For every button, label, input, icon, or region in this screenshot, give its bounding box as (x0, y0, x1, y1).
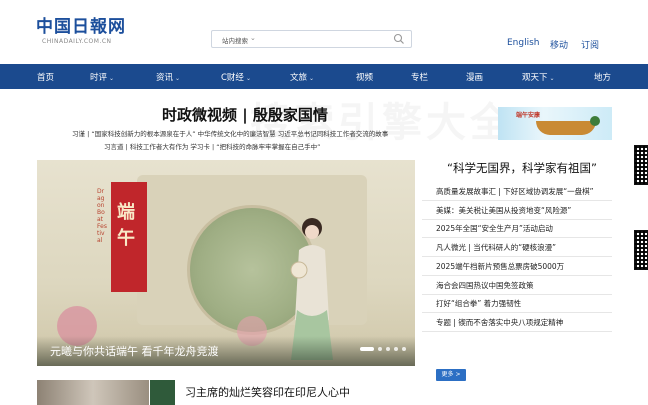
chevron-down-icon: ⌄ (549, 75, 555, 82)
nav-item-label: 时评 (90, 73, 108, 83)
chevron-down-icon: ⌄ (245, 75, 251, 82)
list-item[interactable]: 海合会四国热议中国免签政策 (436, 280, 534, 291)
site-logo[interactable]: 中国日報网 CHINADAILY.COM.CN (36, 18, 126, 45)
nav-item[interactable]: 资讯 ⌄ (156, 71, 180, 83)
chevron-down-icon: ⌄ (109, 75, 115, 82)
nav-item-label: 漫画 (466, 73, 484, 83)
carousel-dot[interactable] (378, 347, 382, 351)
list-divider (422, 218, 612, 220)
dragon-head-icon (590, 116, 600, 126)
list-divider (422, 200, 612, 201)
chevron-down-icon: ⌄ (175, 75, 181, 82)
nav-item-label: 观天下 (522, 73, 548, 83)
list-item[interactable]: 2025年全国“安全生产月”活动启动 (436, 223, 553, 234)
nav-item-label: 首页 (37, 73, 55, 83)
festival-banner[interactable]: 端午安康 (498, 107, 612, 140)
nav-item[interactable]: 视频 (356, 71, 373, 83)
nav-item[interactable]: 专栏 (411, 71, 428, 83)
banner-text: 端午安康 (516, 112, 541, 119)
search-scope-label[interactable]: 站内搜索 (222, 35, 248, 45)
list-divider (422, 256, 612, 258)
chevron-down-icon: ⌄ (309, 75, 315, 82)
bottom-thumbnail-2[interactable] (150, 380, 175, 405)
nav-item[interactable]: C财经 ⌄ (221, 71, 251, 83)
search-icon[interactable] (393, 33, 405, 45)
link-row-2[interactable]: 习言道 | 科技工作者大有作为 学习卡 | “把科技的命脉牢牢掌握在自己手中” (104, 141, 320, 151)
nav-item[interactable]: 时评 ⌄ (90, 71, 114, 83)
hero-caption[interactable]: 元曦与你共话端午 看千年龙舟竞渡 (50, 343, 219, 359)
dragon-boat-icon (536, 121, 596, 135)
list-item[interactable]: 美媒：美关税让美国从投资地变“风险源” (436, 205, 571, 216)
mobile-link[interactable]: 移动 (550, 38, 568, 51)
chevron-down-icon[interactable]: ⌄ (250, 34, 256, 42)
list-divider (422, 293, 612, 295)
list-item[interactable]: 高质量发展故事汇 | 下好区域协调发展“一盘棋” (436, 186, 594, 197)
list-item[interactable]: 专题 | 锲而不舍落实中央八项规定精神 (436, 317, 563, 328)
subscribe-link[interactable]: 订阅 (581, 38, 599, 51)
hero-vertical-text: Dragon Boat Festival (97, 188, 107, 244)
carousel-dot[interactable] (402, 347, 406, 351)
logo-text: 中国日報网 (36, 17, 126, 37)
bottom-headline[interactable]: 习主席的灿烂笑容印在印尼人心中 (185, 384, 350, 400)
nav-item[interactable]: 首页 (37, 71, 54, 83)
english-link[interactable]: English (507, 38, 540, 48)
nav-item-label: 文旅 (290, 73, 308, 83)
list-divider (422, 237, 612, 239)
nav-item-label: 资讯 (156, 73, 174, 83)
search-input[interactable]: 站内搜索 ⌄ (211, 30, 412, 48)
link-row-1[interactable]: 习谨 | “国家科技创新力的根本源泉在于人” 中华传统文化中的廉洁智慧 习近平总… (72, 128, 388, 138)
more-button[interactable]: 更多 > (436, 369, 466, 381)
nav-item[interactable]: 文旅 ⌄ (290, 71, 314, 83)
qr-code-icon (634, 145, 648, 185)
list-divider (422, 330, 612, 332)
carousel-dot[interactable] (360, 347, 374, 351)
carousel-dot[interactable] (386, 347, 390, 351)
headline[interactable]: 时政微视频 | 殷殷家国情 (162, 104, 328, 125)
list-divider (422, 312, 612, 314)
logo-subtitle: CHINADAILY.COM.CN (42, 38, 112, 45)
list-divider (422, 274, 612, 276)
right-heading[interactable]: “科学无国界，科学家有祖国” (447, 160, 597, 176)
list-item[interactable]: 凡人微光 | 当代科研人的“硬核浪漫” (436, 242, 556, 253)
site-header: 中国日報网 CHINADAILY.COM.CN 站内搜索 ⌄ English 移… (0, 0, 648, 64)
nav-item-label: C财经 (221, 73, 244, 83)
list-item[interactable]: 2025端午档新片预售总票房破5000万 (436, 261, 564, 272)
carousel-dot[interactable] (394, 347, 398, 351)
qr-code-icon (634, 230, 648, 270)
nav-item-label: 专栏 (411, 73, 429, 83)
main-nav: 首页 时评 ⌄ 资讯 ⌄ C财经 ⌄ 文旅 ⌄ 视频 专栏 漫画 观天下 ⌄ 地方 (0, 64, 648, 89)
nav-item-label: 视频 (356, 73, 374, 83)
list-item[interactable]: 打好“组合拳” 着力强韧性 (436, 298, 521, 309)
bottom-thumbnail[interactable] (37, 380, 149, 405)
nav-item[interactable]: 漫画 (466, 71, 483, 83)
nav-item[interactable]: 观天下 ⌄ (522, 71, 555, 83)
nav-item-label: 地方 (594, 73, 612, 83)
hero-red-text: 端午 (117, 202, 135, 249)
nav-item[interactable]: 地方 (594, 71, 611, 83)
